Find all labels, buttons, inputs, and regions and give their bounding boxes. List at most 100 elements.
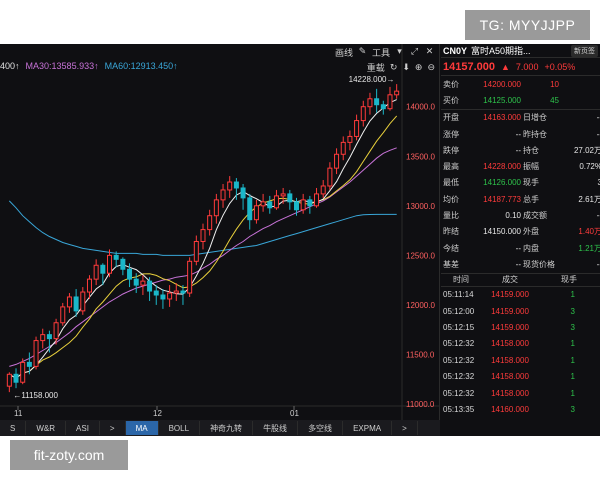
stat-value: --: [515, 259, 521, 269]
stats-row: 开盘 14163.000日增仓 --: [441, 110, 600, 126]
quote-panel: CN0Y 富时A50期指... 新页签 14157.000 ▲ 7.000 +0…: [441, 44, 600, 436]
trade-price: 14159.000: [491, 290, 529, 300]
trade-row[interactable]: 05:13:35 14160.000 3: [441, 401, 600, 417]
candle-body: [387, 94, 393, 110]
tab-9[interactable]: EXPMA: [343, 421, 393, 435]
date-tick-label: 11: [14, 409, 23, 418]
plus-circle-icon[interactable]: ⊕: [415, 62, 423, 73]
stat-value: 14126.000: [483, 178, 521, 188]
trade-qty: 1: [570, 355, 575, 365]
candle-body: [187, 260, 193, 294]
tab-7[interactable]: 牛股线: [253, 421, 299, 435]
new-tab-button[interactable]: 新页签: [571, 44, 598, 57]
trade-row[interactable]: 05:11:14 14159.000 1: [441, 287, 600, 303]
trade-qty: 3: [570, 323, 575, 333]
stat-value: --: [515, 243, 521, 253]
up-arrow-icon: ▲: [501, 61, 510, 72]
tab-2[interactable]: ASI: [66, 421, 100, 435]
candle-body: [100, 264, 106, 274]
trade-time: 05:12:00: [443, 306, 475, 316]
stat-label: 开盘: [443, 113, 459, 123]
tab-1[interactable]: W&R: [26, 421, 67, 435]
stat-value: 14228.000: [483, 162, 521, 172]
stats-row: 昨结 14150.000 外盘 1.40万: [441, 224, 600, 240]
candle-body: [340, 141, 346, 155]
trade-time: 05:13:35: [443, 404, 475, 414]
candle-body: [120, 258, 126, 270]
candle-body: [193, 240, 199, 262]
stat-value: 1.21万: [578, 243, 600, 253]
candle-body: [320, 185, 326, 195]
candle-body: [66, 296, 72, 308]
instrument-name[interactable]: 富时A50期指...: [471, 44, 567, 57]
candle-body: [140, 280, 146, 286]
trade-time: 05:12:32: [443, 339, 475, 349]
trade-qty: 3: [570, 404, 575, 414]
stat-value: --: [515, 129, 521, 139]
trade-row[interactable]: 05:12:32 14158.000 1: [441, 336, 600, 352]
ma30-line: [9, 147, 397, 367]
candle-body: [240, 187, 246, 199]
chevron-down-icon[interactable]: ▾: [394, 46, 405, 57]
trade-time: 05:12:32: [443, 388, 475, 398]
stats-row: 基差--现货价格--: [441, 256, 600, 272]
stat-value: 3: [597, 178, 600, 188]
kline-chart[interactable]: 14000.0 13500.0 13000.0 12500.0 12000.0 11500…: [0, 44, 440, 436]
close-icon[interactable]: ✕: [424, 46, 435, 57]
price-tick-label: 11500.0: [406, 350, 435, 359]
candle-body: [153, 290, 159, 296]
tab-3[interactable]: >: [100, 421, 126, 435]
tab-4[interactable]: MA: [125, 421, 159, 435]
candle-body: [200, 229, 206, 242]
tab-6[interactable]: 神奇九转: [200, 421, 254, 435]
price-tick-label: 13500.0: [406, 152, 435, 161]
candle-body: [133, 278, 139, 286]
trade-time: 05:11:14: [443, 290, 474, 300]
trade-list[interactable]: 05:11:14 14159.000 1 05:12:00 14159.000 3 05:1…: [441, 287, 600, 418]
pencil-icon[interactable]: ✎: [357, 46, 368, 57]
candle-body: [267, 201, 273, 209]
stats-row: 涨停--昨持仓--: [441, 126, 600, 142]
redo-icon[interactable]: ↻: [390, 62, 398, 73]
reload-button[interactable]: 重载: [367, 61, 385, 74]
bid-ask-row: 买价 14125.000 45: [441, 92, 600, 108]
candle-body: [40, 334, 46, 342]
candle-body: [360, 106, 366, 122]
trade-price: 14158.000: [491, 339, 529, 349]
stat-label: 内盘: [523, 243, 539, 253]
trade-time: 05:12:15: [443, 323, 475, 333]
arrow-down-icon[interactable]: ⬇: [402, 62, 410, 73]
stat-value: --: [596, 129, 600, 139]
trade-row[interactable]: 05:12:32 14158.000 1: [441, 369, 600, 385]
trade-row[interactable]: 05:12:00 14159.000 3: [441, 303, 600, 319]
tab-8[interactable]: 多空线: [298, 421, 344, 435]
tab-10[interactable]: >: [392, 421, 418, 435]
candle-body: [347, 135, 353, 143]
price-tick-label: 12000.0: [406, 301, 435, 310]
bid-ask-row: 卖价 14200.000 10: [441, 76, 600, 92]
col-time: 时间: [453, 275, 469, 285]
bid-ask-label: 卖价: [443, 79, 459, 89]
candle-body: [53, 322, 59, 340]
tab-0[interactable]: S: [0, 421, 27, 435]
expand-icon[interactable]: ⤢: [409, 46, 420, 57]
draw-line-button[interactable]: 画线: [335, 46, 353, 59]
trade-row[interactable]: 05:12:32 14158.000 1: [441, 385, 600, 401]
stat-value: --: [596, 113, 600, 123]
tools-button[interactable]: 工具: [372, 46, 390, 59]
candle-body: [167, 292, 173, 300]
trade-list-header: 时间 成交 现手: [441, 272, 600, 287]
stats-table: 开盘14163.000日增仓--涨停--昨持仓--跌停--持仓27.02万最高1…: [441, 108, 600, 273]
minus-circle-icon[interactable]: ⊖: [427, 62, 435, 73]
candle-body: [394, 90, 400, 96]
kline-plot[interactable]: 14000.0 13500.0 13000.0 12500.0 12000.0 11500…: [0, 44, 440, 420]
candle-body: [86, 278, 92, 293]
candle-body: [314, 193, 320, 207]
tab-5[interactable]: BOLL: [159, 421, 201, 435]
trade-price: 14159.000: [491, 306, 529, 316]
trade-row[interactable]: 05:12:32 14158.000 1: [441, 352, 600, 368]
candle-body: [147, 280, 153, 292]
ma-legend-item: 400↑: [0, 61, 20, 71]
trade-row[interactable]: 05:12:15 14159.000 3: [441, 319, 600, 335]
bid-ask-price: 14200.000: [483, 79, 521, 89]
